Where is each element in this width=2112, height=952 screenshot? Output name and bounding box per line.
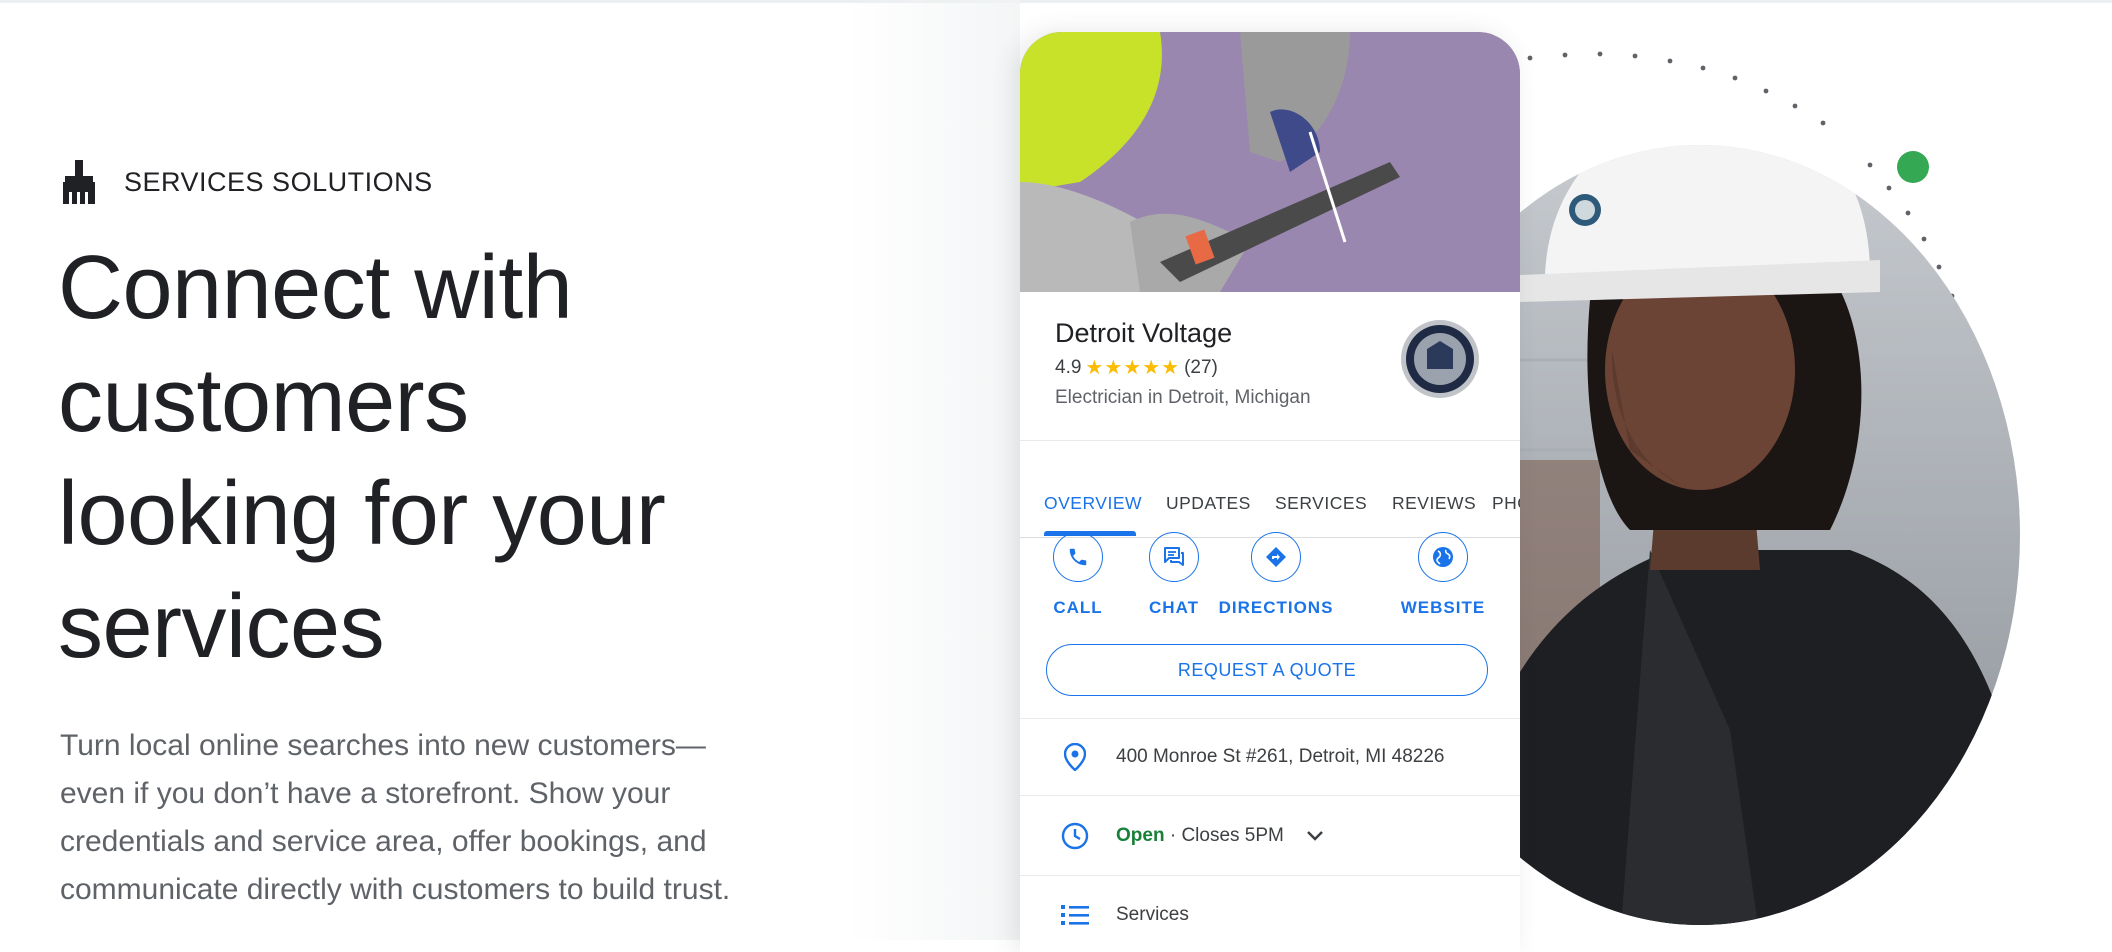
business-logo — [1401, 320, 1479, 398]
location-pin-icon — [1060, 742, 1090, 772]
call-button[interactable]: CALL — [1023, 532, 1133, 618]
address-row[interactable]: 400 Monroe St #261, Detroit, MI 48226 — [1020, 719, 1520, 795]
star-rating-icon: ★★★★★ — [1085, 357, 1181, 379]
directions-label: DIRECTIONS — [1218, 598, 1334, 617]
body-line: Turn local online searches into new cust… — [60, 729, 706, 762]
body-line: credentials and service area, offer book… — [60, 825, 707, 858]
directions-icon — [1266, 547, 1286, 567]
decorative-dot — [1897, 151, 1929, 183]
divider — [1020, 875, 1520, 876]
directions-button[interactable]: DIRECTIONS — [1211, 532, 1341, 618]
page-headline: Connect with customers looking for your … — [58, 232, 958, 684]
chat-icon — [1164, 547, 1184, 566]
body-line: even if you don’t have a storefront. Sho… — [60, 777, 671, 810]
globe-icon — [1433, 547, 1453, 567]
business-photo[interactable] — [1020, 32, 1520, 292]
services-label: Services — [1116, 904, 1189, 925]
website-circle — [1418, 532, 1468, 582]
divider — [1020, 795, 1520, 796]
website-label: WEBSITE — [1400, 598, 1486, 617]
tab-photos[interactable]: PHO — [1492, 493, 1520, 514]
headline-line: Connect with — [58, 238, 573, 338]
eyebrow-label: SERVICES SOLUTIONS — [124, 166, 433, 197]
rating-value: 4.9 — [1055, 356, 1082, 378]
rating-row[interactable]: 4.9 ★★★★★ (27) — [1055, 355, 1218, 380]
directions-circle — [1251, 532, 1301, 582]
address-text: 400 Monroe St #261, Detroit, MI 48226 — [1116, 746, 1445, 767]
business-name[interactable]: Detroit Voltage — [1055, 318, 1232, 349]
top-divider — [0, 0, 2112, 3]
review-count: (27) — [1184, 356, 1218, 378]
paint-brush-icon — [63, 160, 95, 204]
phone-icon — [1069, 548, 1087, 566]
tab-services[interactable]: SERVICES — [1275, 493, 1367, 514]
background-shade — [845, 0, 1020, 940]
body-copy: Turn local online searches into new cust… — [60, 722, 840, 914]
body-line: communicate directly with customers to b… — [60, 873, 731, 906]
closing-time: · Closes 5PM — [1164, 825, 1284, 846]
headline-line: customers — [58, 351, 469, 451]
hours-text: Open · Closes 5PM — [1116, 825, 1284, 847]
tab-bar: OVERVIEW UPDATES SERVICES REVIEWS PHO — [1020, 440, 1520, 538]
tab-updates[interactable]: UPDATES — [1166, 493, 1251, 514]
section-eyebrow: SERVICES SOLUTIONS — [60, 160, 433, 204]
business-category: Electrician in Detroit, Michigan — [1055, 387, 1311, 408]
call-label: CALL — [1053, 598, 1103, 617]
headline-line: services — [58, 577, 385, 677]
call-circle — [1053, 532, 1103, 582]
request-quote-button[interactable]: REQUEST A QUOTE — [1046, 644, 1488, 696]
website-button[interactable]: WEBSITE — [1388, 532, 1498, 618]
chat-circle — [1149, 532, 1199, 582]
list-icon — [1060, 900, 1090, 930]
chevron-down-icon[interactable] — [1306, 830, 1324, 842]
headline-line: looking for your — [58, 464, 666, 564]
clock-icon — [1060, 821, 1090, 851]
business-profile-card: Detroit Voltage 4.9 ★★★★★ (27) Electrici… — [1020, 32, 1520, 952]
hours-row[interactable]: Open · Closes 5PM — [1020, 798, 1520, 874]
tab-overview[interactable]: OVERVIEW — [1044, 493, 1142, 514]
open-status: Open — [1116, 825, 1165, 846]
tab-reviews[interactable]: REVIEWS — [1392, 493, 1476, 514]
services-row[interactable]: Services — [1020, 877, 1520, 952]
